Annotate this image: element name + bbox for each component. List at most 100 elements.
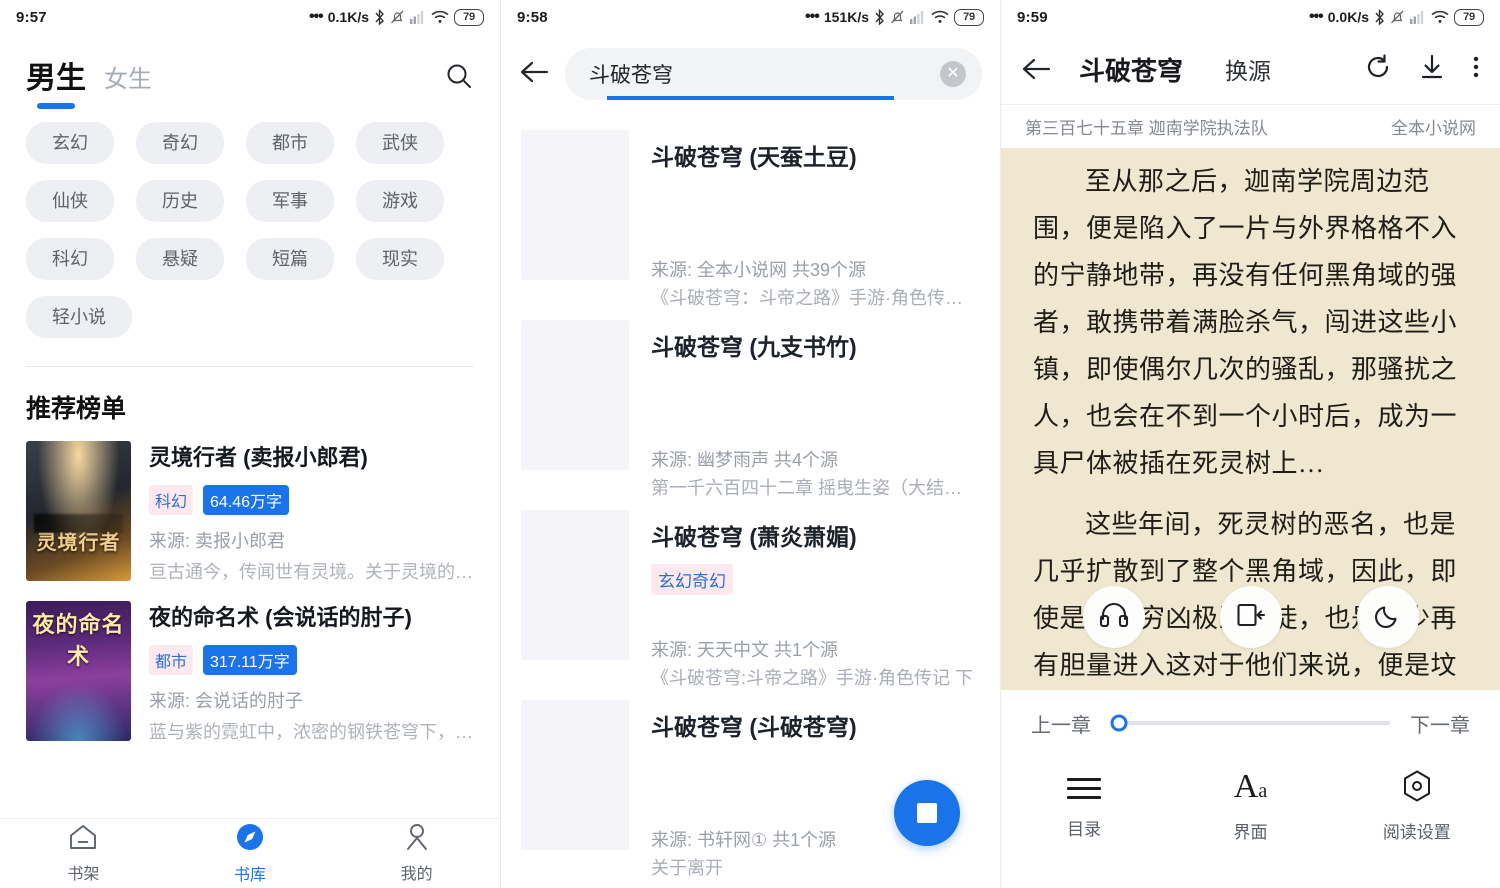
nav-label: 我的 [400,866,433,883]
book-latest-chapter: 关于离开 [651,858,723,878]
list-item[interactable]: 斗破苍穹 (天蚕土豆) 来源: 全本小说网 共39个源 《斗破苍穹：斗帝之路》手… [501,122,1000,312]
library-header: 男生 女生 [0,34,500,109]
book-cover-placeholder [521,130,629,280]
nav-label: 书架 [67,866,100,883]
auto-page-icon [1236,602,1266,633]
battery-indicator: 79 [954,8,984,26]
book-source: 来源: 幽梦雨声 共4个源 [651,450,839,470]
list-item[interactable]: 灵境行者 灵境行者 (卖报小郎君) 科幻 64.46万字 来源: 卖报小郎君 亘… [0,425,500,585]
change-source-button[interactable]: 换源 [1225,52,1271,86]
toc-button[interactable]: 目录 [1001,772,1167,840]
book-title: 夜的命名术 (会说话的肘子) [149,605,412,630]
status-time: 9:59 [1017,8,1048,26]
book-latest-chapter: 《斗破苍穹:斗帝之路》手游·角色传记 下 [651,668,973,688]
prev-chapter-button[interactable]: 上一章 [1031,709,1091,738]
book-latest-chapter: 第一千六百四十二章 摇曳生姿（大结… [651,478,962,498]
stop-search-button[interactable] [894,780,960,846]
chapter-info-bar: 第三百七十五章 迦南学院执法队 全本小说网 [1001,104,1500,148]
paragraph: 至从那之后，迦南学院周边范围，便是陷入了一片与外界格格不入的宁静地带，再没有任何… [1033,167,1458,478]
category-chip[interactable]: 游戏 [356,180,444,222]
font-size-icon: Aa [1233,767,1268,805]
reader-toolbar: 斗破苍穹 换源 [1001,34,1500,104]
genre-badge: 玄幻奇幻 [651,564,733,595]
list-item[interactable]: 夜的命名术 夜的命名术 (会说话的肘子) 都市 317.11万字 来源: 会说话… [0,585,500,745]
tab-male-label: 男生 [26,62,86,95]
search-icon[interactable] [444,61,474,96]
clear-icon[interactable]: ✕ [940,61,966,87]
bluetooth-icon [374,8,385,26]
chapter-progress-slider[interactable] [1110,714,1390,732]
interface-button[interactable]: Aa 界面 [1167,767,1333,843]
book-cover-placeholder [521,320,629,470]
book-cover: 灵境行者 [26,441,131,581]
category-chip[interactable]: 短篇 [246,238,334,280]
toolbar-label: 目录 [1067,820,1102,839]
category-chip[interactable]: 军事 [246,180,334,222]
bottom-navigation: 书架 书库 我的 [0,818,500,888]
book-title: 灵境行者 (卖报小郎君) [149,445,368,470]
category-chip[interactable]: 悬疑 [136,238,224,280]
category-chip[interactable]: 历史 [136,180,224,222]
book-title: 斗破苍穹 (天蚕土豆) [651,144,857,170]
bookshelf-icon [68,823,98,856]
tab-male[interactable]: 男生 [26,62,86,109]
network-speed: 0.0K/s [1327,9,1369,25]
nav-item-library[interactable]: 书库 [167,822,334,885]
bluetooth-icon [1374,8,1385,26]
night-mode-button[interactable] [1356,586,1419,648]
menu-icon [1067,772,1102,805]
status-bar-search: 9:58 ••• 151K/s 79 [501,0,1000,34]
download-icon[interactable] [1418,53,1446,86]
more-vertical-icon[interactable] [1472,53,1480,86]
compass-icon [235,822,265,857]
next-chapter-button[interactable]: 下一章 [1410,709,1470,738]
triple-screenshot-strip: 9:57 ••• 0.1K/s 79 男生 女生 玄幻 奇幻 都市 武侠 仙侠 … [0,0,1500,888]
settings-hex-icon [1400,769,1434,808]
back-arrow-icon[interactable] [1021,55,1067,83]
auto-read-button[interactable] [1219,586,1282,648]
category-chip[interactable]: 奇幻 [136,122,224,164]
battery-indicator: 79 [454,8,484,26]
category-chip[interactable]: 轻小说 [26,296,132,338]
nav-item-bookshelf[interactable]: 书架 [0,823,167,884]
book-cover-placeholder [521,700,629,850]
network-speed: 0.1K/s [327,9,369,25]
person-icon [402,823,432,856]
signal-bars-icon [1410,10,1426,24]
tab-female[interactable]: 女生 [104,64,152,96]
battery-indicator: 79 [1454,8,1484,26]
category-chip[interactable]: 仙侠 [26,180,114,222]
list-item[interactable]: 斗破苍穹 (萧炎萧媚) 玄幻奇幻 来源: 天天中文 共1个源 《斗破苍穹:斗帝之… [501,502,1000,692]
slider-knob[interactable] [1110,714,1128,732]
mute-bell-icon [890,9,905,25]
nav-label: 书库 [234,867,267,884]
book-title: 斗破苍穹 (九支书竹) [651,334,857,360]
back-arrow-icon[interactable] [519,58,551,91]
category-chip[interactable]: 武侠 [356,122,444,164]
word-count-badge: 64.46万字 [203,485,290,515]
reading-settings-button[interactable]: 阅读设置 [1334,769,1500,843]
search-input[interactable]: 斗破苍穹 ✕ [565,48,982,100]
mute-bell-icon [1390,9,1405,25]
category-chip-list: 玄幻 奇幻 都市 武侠 仙侠 历史 军事 游戏 科幻 悬疑 短篇 现实 轻小说 [0,96,500,338]
listen-button[interactable] [1082,586,1145,648]
book-title: 斗破苍穹 (斗破苍穹) [651,714,857,740]
category-chip[interactable]: 都市 [246,122,334,164]
category-chip[interactable]: 现实 [356,238,444,280]
category-chip[interactable]: 科幻 [26,238,114,280]
network-dots-icon: ••• [805,8,820,25]
book-source: 来源: 卖报小郎君 [149,531,286,551]
list-item[interactable]: 斗破苍穹 (九支书竹) 来源: 幽梦雨声 共4个源 第一千六百四十二章 摇曳生姿… [501,312,1000,502]
signal-bars-icon [410,10,426,24]
book-cover-title: 夜的命名术 [32,612,125,669]
wifi-icon [1431,10,1449,24]
nav-item-profile[interactable]: 我的 [333,823,500,884]
category-chip[interactable]: 玄幻 [26,122,114,164]
floating-action-row [1001,586,1500,648]
bluetooth-icon [874,8,885,26]
network-dots-icon: ••• [1308,8,1324,25]
refresh-icon[interactable] [1364,53,1392,86]
mute-bell-icon [390,9,405,25]
reader-content[interactable]: 至从那之后，迦南学院周边范围，便是陷入了一片与外界格格不入的宁静地带，再没有任何… [1001,148,1500,690]
search-results-list: 斗破苍穹 (天蚕土豆) 来源: 全本小说网 共39个源 《斗破苍穹：斗帝之路》手… [501,104,1000,882]
